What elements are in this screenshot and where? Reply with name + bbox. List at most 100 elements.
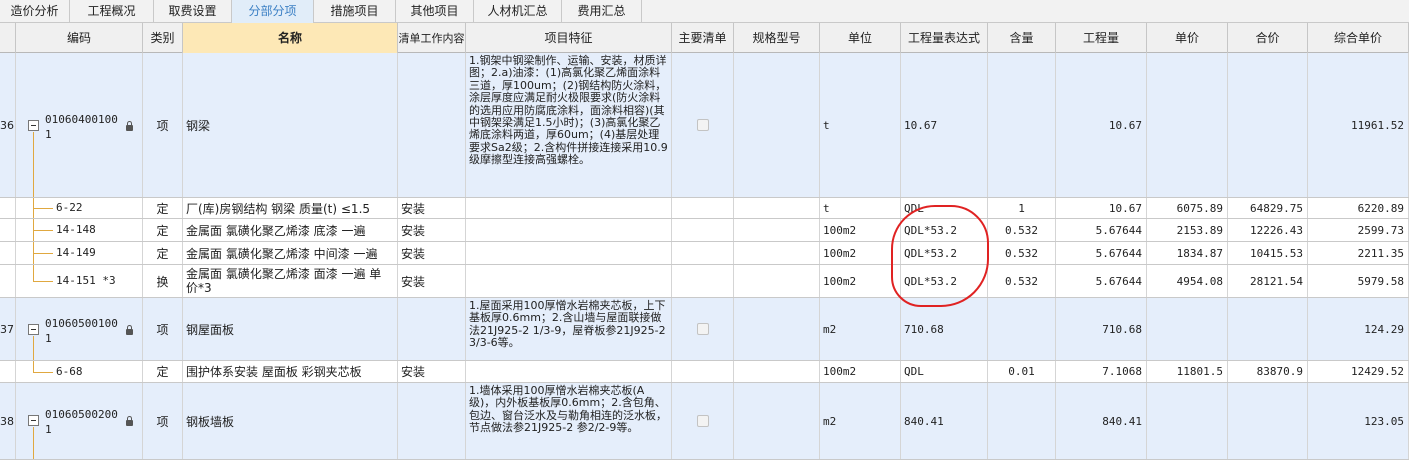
quantity-cell[interactable]: 10.67: [1056, 53, 1147, 197]
work-content-cell[interactable]: 安装: [398, 198, 466, 218]
composite-price-cell[interactable]: 123.05: [1308, 383, 1409, 459]
composite-price-cell[interactable]: 12429.52: [1308, 361, 1409, 382]
main-list-checkbox[interactable]: [696, 323, 709, 335]
total-cell[interactable]: 64829.75: [1228, 198, 1308, 218]
composite-price-cell[interactable]: 6220.89: [1308, 198, 1409, 218]
main-list-cell[interactable]: [672, 265, 734, 297]
header-spec[interactable]: 规格型号: [734, 23, 820, 53]
code-cell[interactable]: 14-149: [16, 242, 143, 264]
main-list-cell[interactable]: [672, 219, 734, 241]
unit-cell[interactable]: m2: [820, 298, 901, 360]
tab-divisions[interactable]: 分部分项: [232, 0, 314, 23]
header-name[interactable]: 名称: [183, 23, 398, 53]
unit-cell[interactable]: 100m2: [820, 361, 901, 382]
feature-cell[interactable]: [466, 242, 672, 264]
table-row[interactable]: 37 01060500100 1 项 钢屋面板 1.屋面采用100厚憎水岩棉夹芯…: [0, 298, 1409, 361]
type-cell[interactable]: 项: [143, 53, 183, 197]
name-cell[interactable]: 金属面 氯磺化聚乙烯漆 中间漆 一遍: [183, 242, 398, 264]
spec-cell[interactable]: [734, 198, 820, 218]
amount-cell[interactable]: 0.532: [988, 265, 1056, 297]
header-unit[interactable]: 单位: [820, 23, 901, 53]
spec-cell[interactable]: [734, 361, 820, 382]
amount-cell[interactable]: [988, 53, 1056, 197]
work-content-cell[interactable]: 安装: [398, 361, 466, 382]
spec-cell[interactable]: [734, 53, 820, 197]
header-code[interactable]: 编码: [16, 23, 143, 53]
total-cell[interactable]: 10415.53: [1228, 242, 1308, 264]
amount-cell[interactable]: 1: [988, 198, 1056, 218]
quantity-cell[interactable]: 5.67644: [1056, 265, 1147, 297]
collapse-toggle-icon[interactable]: [28, 120, 39, 131]
unit-price-cell[interactable]: [1147, 298, 1228, 360]
unit-cell[interactable]: m2: [820, 383, 901, 459]
unit-cell[interactable]: t: [820, 53, 901, 197]
work-content-cell[interactable]: 安装: [398, 242, 466, 264]
header-total[interactable]: 合价: [1228, 23, 1308, 53]
code-cell[interactable]: 01060400100 1: [16, 53, 143, 197]
main-list-cell[interactable]: [672, 198, 734, 218]
unit-cell[interactable]: 100m2: [820, 242, 901, 264]
qty-expression-cell[interactable]: QDL: [901, 361, 988, 382]
type-cell[interactable]: 定: [143, 198, 183, 218]
main-list-cell[interactable]: [672, 361, 734, 382]
collapse-toggle-icon[interactable]: [28, 324, 39, 335]
unit-cell[interactable]: t: [820, 198, 901, 218]
quantity-cell[interactable]: 710.68: [1056, 298, 1147, 360]
total-cell[interactable]: [1228, 53, 1308, 197]
type-cell[interactable]: 项: [143, 298, 183, 360]
type-cell[interactable]: 定: [143, 242, 183, 264]
unit-price-cell[interactable]: 1834.87: [1147, 242, 1228, 264]
amount-cell[interactable]: 0.532: [988, 242, 1056, 264]
feature-cell[interactable]: [466, 219, 672, 241]
main-list-cell[interactable]: [672, 383, 734, 459]
work-content-cell[interactable]: [398, 383, 466, 459]
type-cell[interactable]: 定: [143, 219, 183, 241]
code-cell[interactable]: 14-151 *3: [16, 265, 143, 297]
amount-cell[interactable]: 0.01: [988, 361, 1056, 382]
unit-cell[interactable]: 100m2: [820, 265, 901, 297]
qty-expression-cell[interactable]: QDL: [901, 198, 988, 218]
tab-cost-analysis[interactable]: 造价分析: [0, 0, 70, 23]
composite-price-cell[interactable]: 11961.52: [1308, 53, 1409, 197]
work-content-cell[interactable]: [398, 298, 466, 360]
spec-cell[interactable]: [734, 219, 820, 241]
name-cell[interactable]: 金属面 氯磺化聚乙烯漆 底漆 一遍: [183, 219, 398, 241]
quantity-cell[interactable]: 10.67: [1056, 198, 1147, 218]
table-row[interactable]: 6-22 定 厂(库)房钢结构 钢梁 质量(t) ≤1.5 安装 t QDL 1…: [0, 198, 1409, 219]
main-list-cell[interactable]: [672, 242, 734, 264]
work-content-cell[interactable]: 安装: [398, 265, 466, 297]
table-row[interactable]: 36 01060400100 1 项 钢梁 1.钢架中钢梁制作、运输、安装，材质…: [0, 53, 1409, 198]
tab-labor-material-summary[interactable]: 人材机汇总: [474, 0, 562, 23]
quantity-cell[interactable]: 5.67644: [1056, 219, 1147, 241]
composite-price-cell[interactable]: 2599.73: [1308, 219, 1409, 241]
header-feature[interactable]: 项目特征: [466, 23, 672, 53]
total-cell[interactable]: [1228, 298, 1308, 360]
main-list-cell[interactable]: [672, 298, 734, 360]
main-list-checkbox[interactable]: [696, 119, 709, 131]
spec-cell[interactable]: [734, 242, 820, 264]
header-composite-price[interactable]: 综合单价: [1308, 23, 1409, 53]
composite-price-cell[interactable]: 2211.35: [1308, 242, 1409, 264]
qty-expression-cell[interactable]: QDL*53.2: [901, 265, 988, 297]
unit-price-cell[interactable]: 11801.5: [1147, 361, 1228, 382]
tab-fee-settings[interactable]: 取费设置: [154, 0, 232, 23]
name-cell[interactable]: 金属面 氯磺化聚乙烯漆 面漆 一遍 单 价*3: [183, 265, 398, 297]
code-cell[interactable]: 01060500200 1: [16, 383, 143, 459]
amount-cell[interactable]: [988, 383, 1056, 459]
work-content-cell[interactable]: 安装: [398, 219, 466, 241]
table-row[interactable]: 6-68 定 围护体系安装 屋面板 彩钢夹芯板 安装 100m2 QDL 0.0…: [0, 361, 1409, 383]
feature-cell[interactable]: [466, 265, 672, 297]
feature-cell[interactable]: [466, 198, 672, 218]
amount-cell[interactable]: 0.532: [988, 219, 1056, 241]
composite-price-cell[interactable]: 5979.58: [1308, 265, 1409, 297]
main-list-cell[interactable]: [672, 53, 734, 197]
composite-price-cell[interactable]: 124.29: [1308, 298, 1409, 360]
spec-cell[interactable]: [734, 298, 820, 360]
quantity-cell[interactable]: 5.67644: [1056, 242, 1147, 264]
quantity-cell[interactable]: 7.1068: [1056, 361, 1147, 382]
unit-price-cell[interactable]: 2153.89: [1147, 219, 1228, 241]
code-cell[interactable]: 14-148: [16, 219, 143, 241]
header-qty-expression[interactable]: 工程量表达式: [901, 23, 988, 53]
total-cell[interactable]: 28121.54: [1228, 265, 1308, 297]
feature-cell[interactable]: 1.屋面采用100厚憎水岩棉夹芯板，上下基板厚0.6mm；2.含山墙与屋面联接做…: [466, 298, 672, 360]
